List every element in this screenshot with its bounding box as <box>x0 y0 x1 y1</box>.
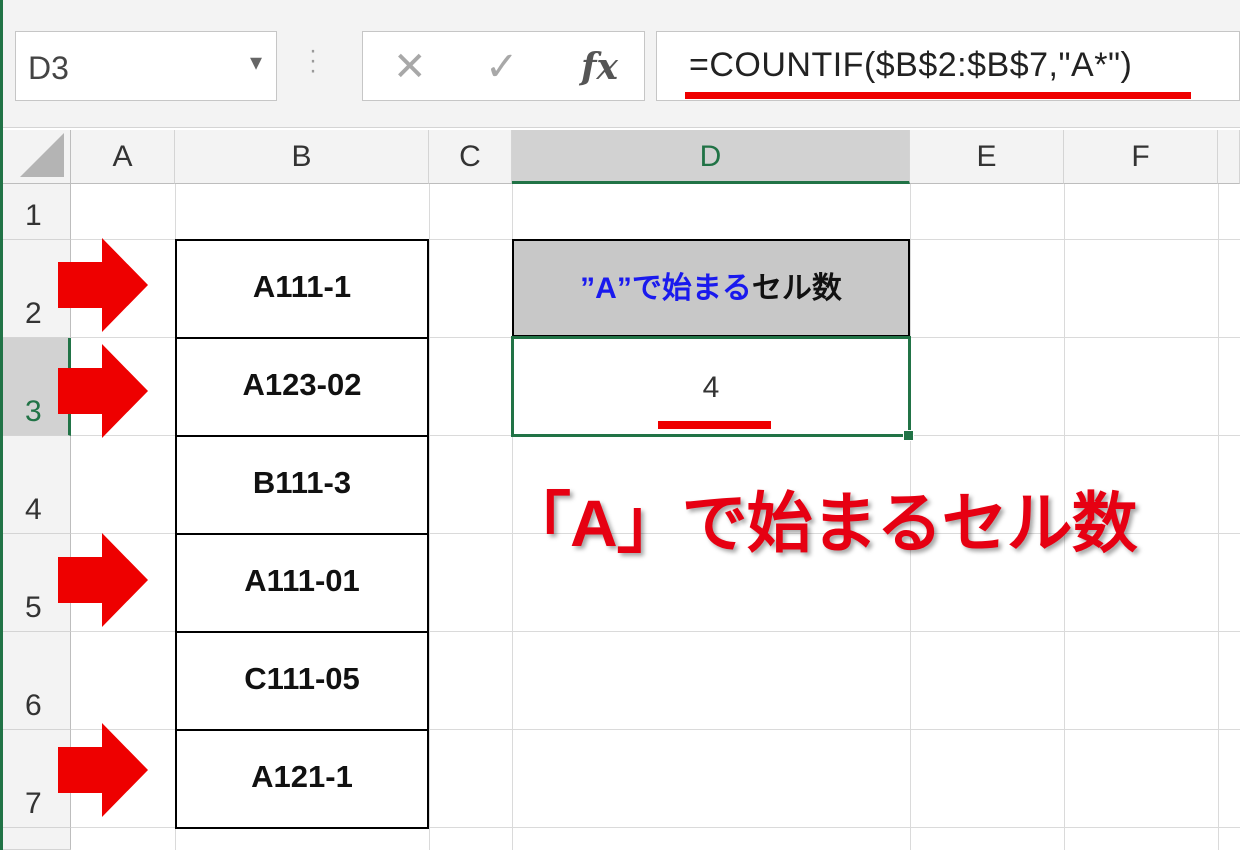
right-arrow-icon <box>58 723 148 817</box>
formula-buttons: ✕ ✓ fx <box>362 31 645 101</box>
check-icon[interactable]: ✓ <box>485 44 519 90</box>
formula-toolbar: D3 ▾ · · · ✕ ✓ fx =COUNTIF($B$2:$B$7,"A*") <box>0 0 1240 128</box>
cell-d2[interactable]: ”A”で始まるセル数 <box>512 239 910 337</box>
col-header-b[interactable]: B <box>175 130 429 184</box>
select-all-button[interactable] <box>3 130 71 184</box>
cancel-icon[interactable]: ✕ <box>393 44 427 90</box>
gridline <box>1218 184 1219 850</box>
name-box[interactable]: D3 ▾ <box>15 31 277 101</box>
row-header-4[interactable]: 4 <box>3 436 71 534</box>
more-options-icon[interactable]: · · · <box>308 39 318 86</box>
cell-d2-black-text: セル数 <box>751 272 842 305</box>
chevron-down-icon[interactable]: ▾ <box>250 48 262 77</box>
gridline <box>429 184 430 850</box>
cell-b7[interactable]: A121-1 <box>175 729 429 829</box>
cell-d2-blue-text: ”A”で始まる <box>580 272 752 305</box>
cell-d3-value: 4 <box>702 371 720 404</box>
col-header-g[interactable] <box>1218 130 1240 184</box>
name-box-value: D3 <box>28 50 69 86</box>
cell-b6[interactable]: C111-05 <box>175 631 429 731</box>
col-header-f[interactable]: F <box>1064 130 1218 184</box>
col-header-e[interactable]: E <box>910 130 1064 184</box>
cell-b4[interactable]: B111-3 <box>175 435 429 535</box>
right-arrow-icon <box>58 533 148 627</box>
formula-text: =COUNTIF($B$2:$B$7,"A*") <box>689 46 1133 84</box>
cell-b3[interactable]: A123-02 <box>175 337 429 437</box>
col-header-d[interactable]: D <box>512 130 910 184</box>
cell-b2[interactable]: A111-1 <box>175 239 429 339</box>
formula-underline <box>685 92 1191 99</box>
result-underline <box>658 421 771 429</box>
col-header-a[interactable]: A <box>71 130 175 184</box>
row-header-8[interactable] <box>3 828 71 850</box>
col-header-c[interactable]: C <box>429 130 512 184</box>
fill-handle[interactable] <box>903 430 914 441</box>
cell-b5[interactable]: A111-01 <box>175 533 429 633</box>
row-header-1[interactable]: 1 <box>3 184 71 240</box>
insert-function-icon[interactable]: fx <box>581 46 618 88</box>
annotation-text: 「A」で始まるセル数 <box>505 486 1138 560</box>
right-arrow-icon <box>58 238 148 332</box>
formula-input[interactable]: =COUNTIF($B$2:$B$7,"A*") <box>656 31 1240 101</box>
row-header-6[interactable]: 6 <box>3 632 71 730</box>
right-arrow-icon <box>58 344 148 438</box>
